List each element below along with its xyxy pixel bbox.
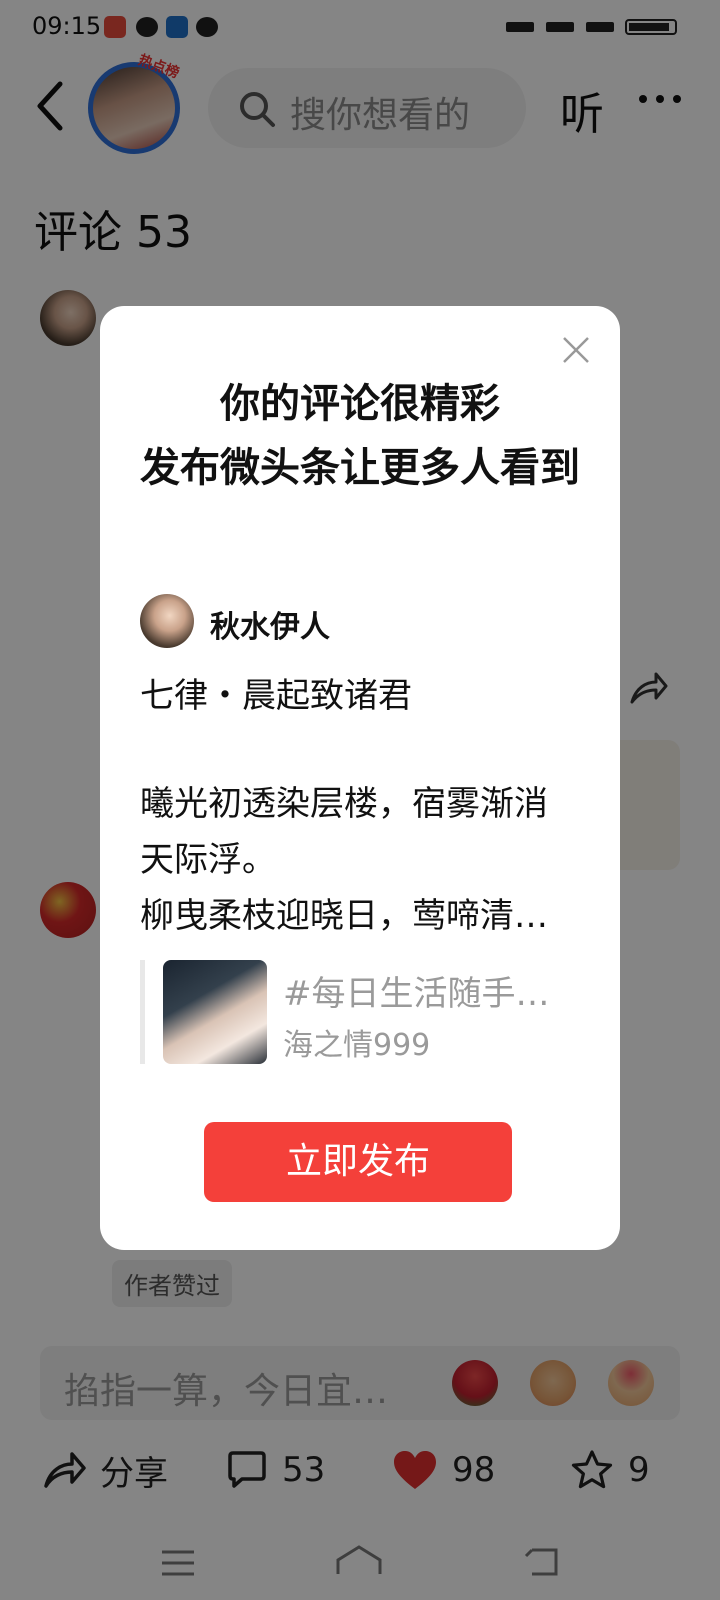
author-name: 秋水伊人 <box>210 610 330 645</box>
referenced-post-author: 海之情999 <box>283 1028 431 1063</box>
referenced-post-title: #每日生活随手… <box>283 974 550 1014</box>
author-avatar <box>140 594 194 648</box>
referenced-post-image <box>163 960 267 1064</box>
close-icon[interactable] <box>560 334 592 366</box>
poem-body: 曦光初透染层楼，宿雾渐消天际浮。 柳曳柔枝迎晓日，莺啼清… <box>140 784 548 936</box>
referenced-post-card[interactable]: #每日生活随手… 海之情999 <box>140 960 580 1064</box>
publish-dialog: 你的评论很精彩 发布微头条让更多人看到 秋水伊人 七律・晨起致诸君 曦光初透染层… <box>100 306 620 1250</box>
publish-button[interactable]: 立即发布 <box>204 1122 512 1202</box>
poem-title: 七律・晨起致诸君 <box>140 676 412 716</box>
dialog-title: 你的评论很精彩 发布微头条让更多人看到 <box>140 381 580 491</box>
